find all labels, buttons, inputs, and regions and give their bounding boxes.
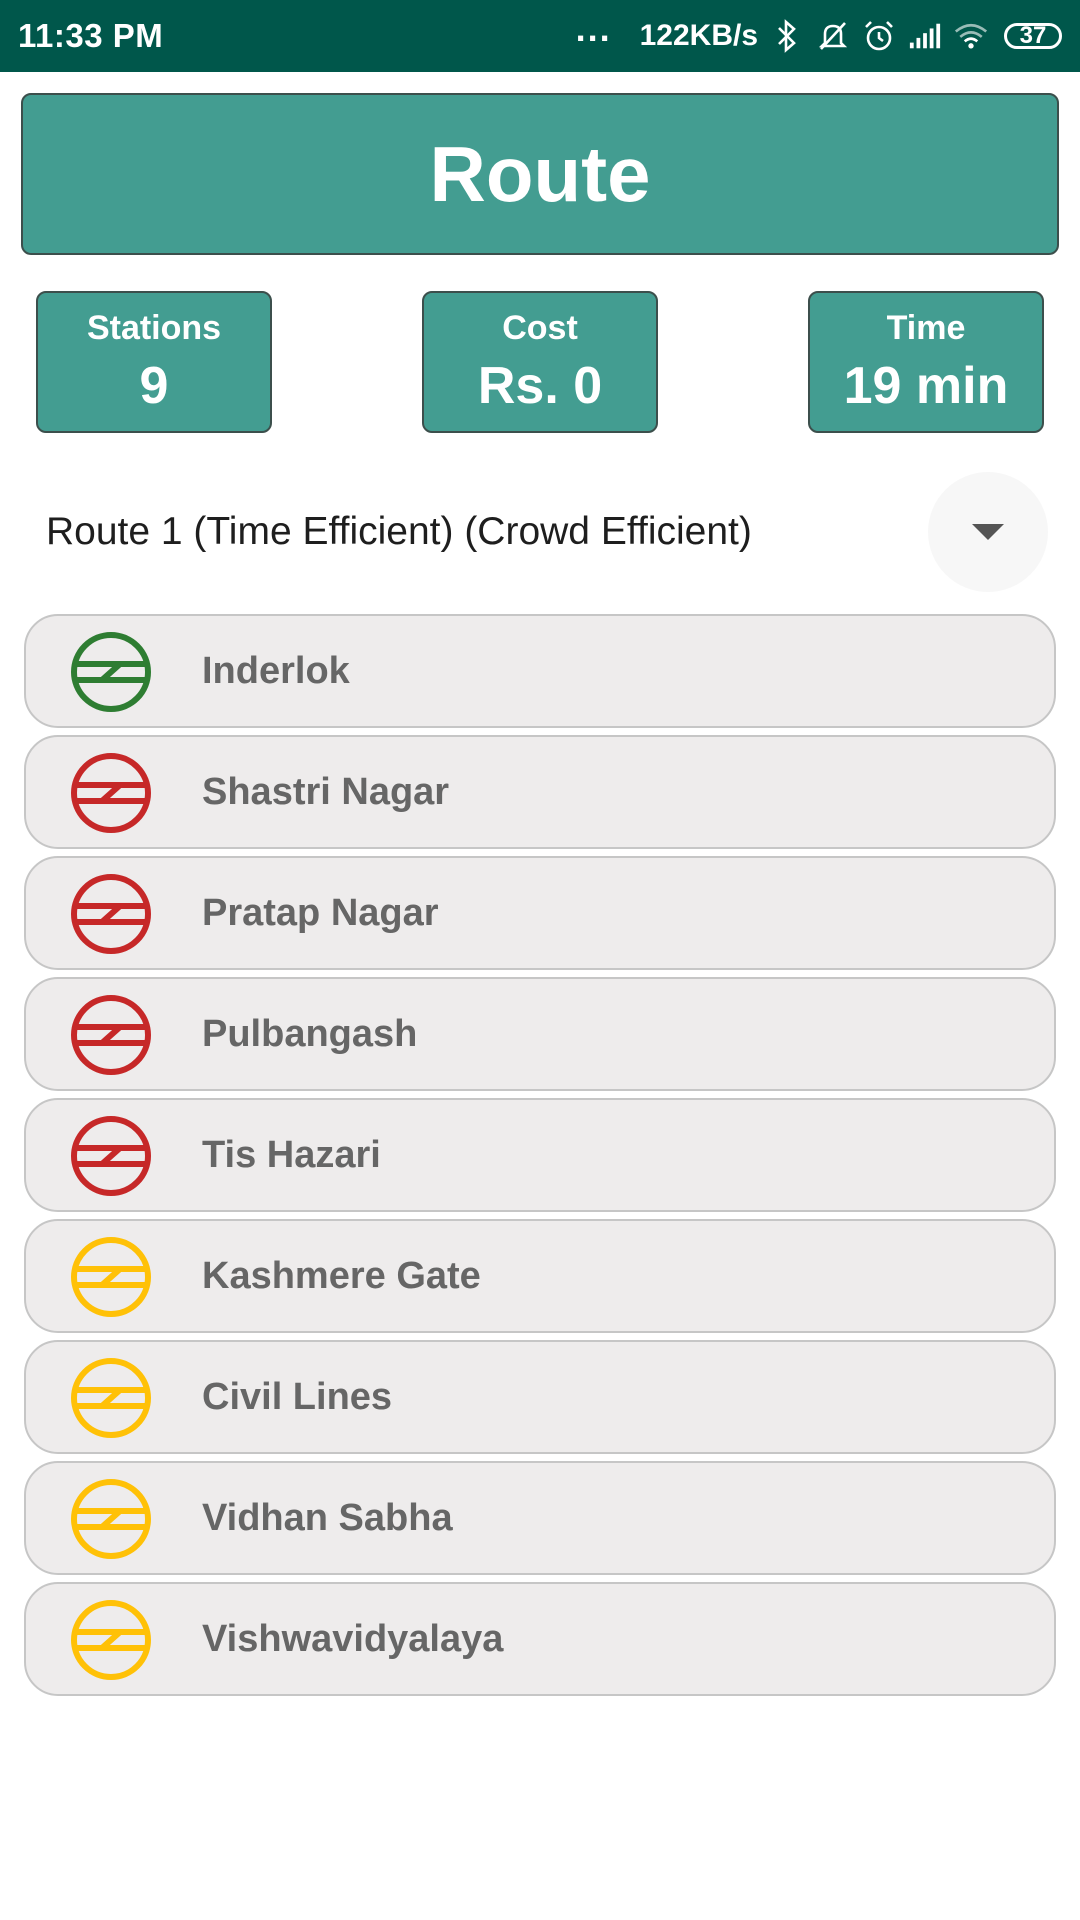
time-stat-label: Time [886,309,966,347]
station-item[interactable]: Civil Lines [24,1340,1056,1454]
station-name: Vidhan Sabha [202,1496,453,1539]
status-bar: 11:33 PM ... 122KB/s 37 [0,0,1080,72]
station-name: Shastri Nagar [202,770,450,813]
station-item[interactable]: Kashmere Gate [24,1219,1056,1333]
stations-stat-label: Stations [86,309,222,347]
metro-logo-icon [70,1357,152,1439]
network-speed: 122KB/s [639,19,758,52]
notification-dots: ... [575,8,612,49]
station-item[interactable]: Pulbangash [24,977,1056,1091]
cost-stat-card: Cost Rs. 0 [422,291,658,433]
mute-icon [816,16,850,56]
metro-logo-icon [70,631,152,713]
station-name: Kashmere Gate [202,1254,481,1297]
station-name: Inderlok [202,649,350,692]
status-icons: ... 122KB/s 37 [575,8,1062,56]
wifi-icon [954,16,988,56]
metro-logo-icon [70,752,152,834]
station-list: Inderlok Shastri Nagar Pratap Nagar Pulbang… [24,614,1056,1703]
station-name: Pulbangash [202,1012,418,1055]
station-name: Vishwavidyalaya [202,1617,504,1660]
metro-logo-icon [70,1236,152,1318]
cost-stat-value: Rs. 0 [477,357,603,415]
battery-icon: 37 [1004,22,1062,49]
status-time: 11:33 PM [18,17,164,54]
dropdown-arrow-icon[interactable] [928,472,1048,592]
metro-logo-icon [70,1115,152,1197]
alarm-icon [862,16,896,56]
station-name: Tis Hazari [202,1133,381,1176]
cost-stat-label: Cost [502,309,578,347]
station-item[interactable]: Pratap Nagar [24,856,1056,970]
metro-logo-icon [70,994,152,1076]
station-item[interactable]: Vidhan Sabha [24,1461,1056,1575]
page-title: Route [21,93,1059,255]
stations-stat-value: 9 [139,357,169,415]
route-selected-value[interactable]: Route 1 (Time Efficient) (Crowd Efficien… [46,510,752,554]
time-stat-value: 19 min [843,357,1009,415]
stations-stat-card: Stations 9 [36,291,272,433]
bluetooth-icon [770,16,804,56]
station-name: Pratap Nagar [202,891,439,934]
station-item[interactable]: Tis Hazari [24,1098,1056,1212]
route-selector[interactable]: Route 1 (Time Efficient) (Crowd Efficien… [20,470,1060,594]
signal-icon [908,16,942,56]
metro-logo-icon [70,1599,152,1681]
station-item[interactable]: Vishwavidyalaya [24,1582,1056,1696]
station-item[interactable]: Inderlok [24,614,1056,728]
metro-logo-icon [70,873,152,955]
station-name: Civil Lines [202,1375,393,1418]
metro-logo-icon [70,1478,152,1560]
time-stat-card: Time 19 min [808,291,1044,433]
station-item[interactable]: Shastri Nagar [24,735,1056,849]
